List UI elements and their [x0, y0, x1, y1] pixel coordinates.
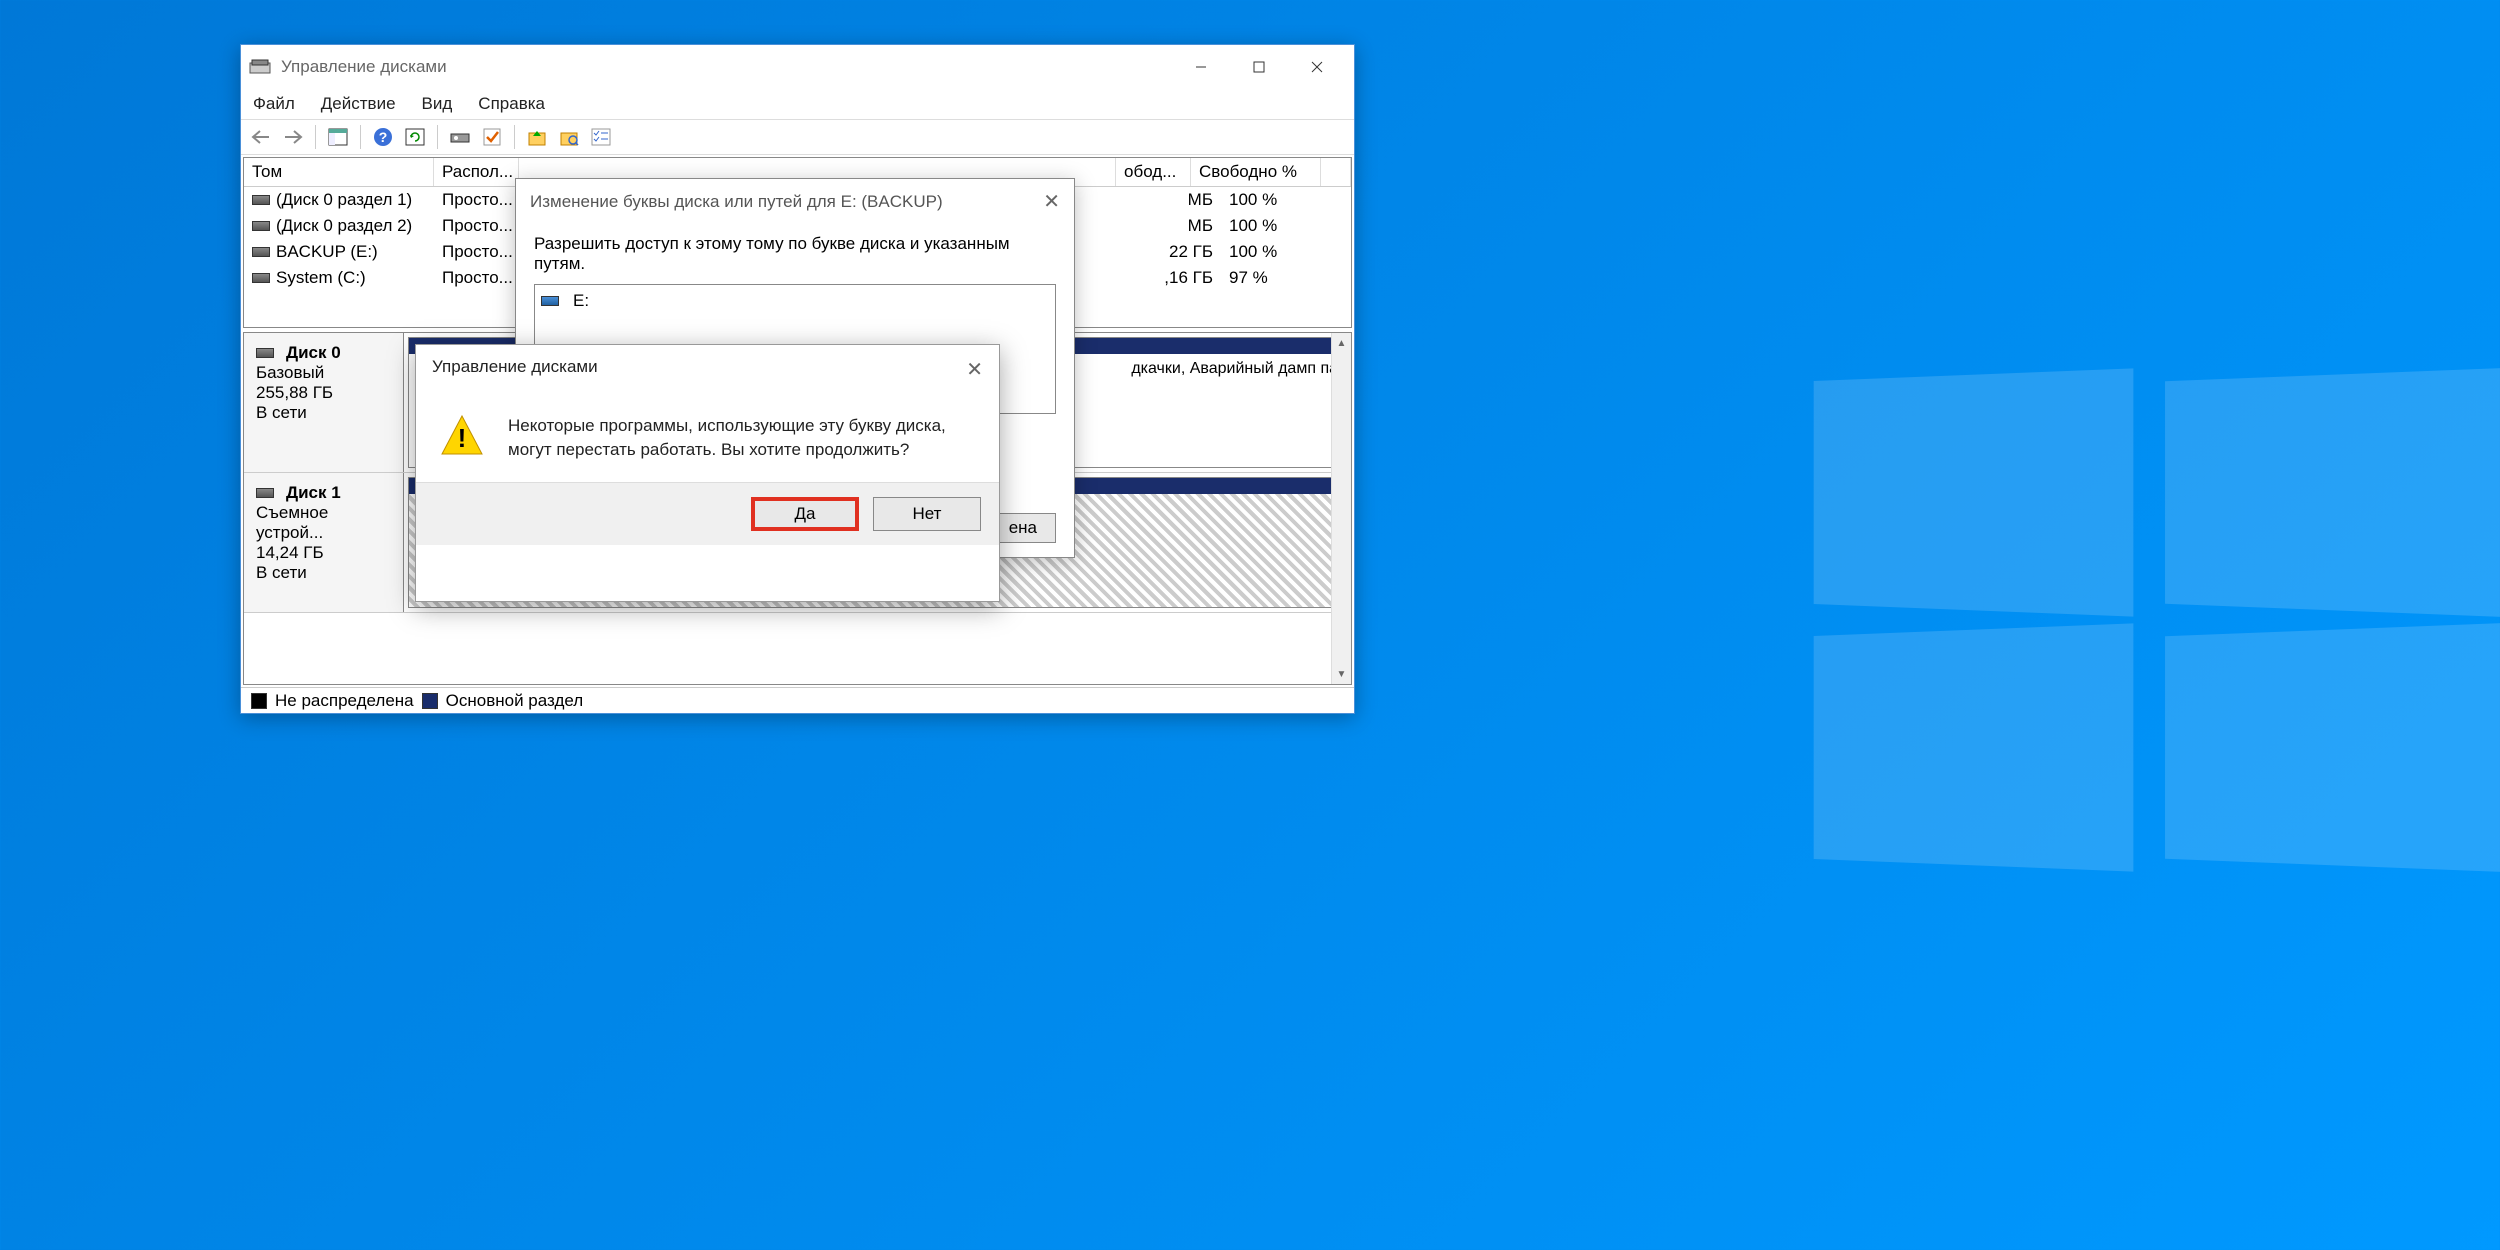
- disk-size: 14,24 ГБ: [256, 543, 391, 563]
- list-item[interactable]: E:: [541, 291, 1049, 311]
- dialog-title: Управление дисками: [432, 357, 598, 382]
- col-end[interactable]: [1321, 158, 1351, 186]
- refresh-icon[interactable]: [401, 123, 429, 151]
- svg-text:!: !: [458, 423, 467, 453]
- vol-free: МБ: [1146, 215, 1221, 237]
- toolbar: ?: [241, 119, 1354, 155]
- settings-icon[interactable]: [446, 123, 474, 151]
- col-free[interactable]: обод...: [1116, 158, 1191, 186]
- folder-search-icon[interactable]: [555, 123, 583, 151]
- vol-name: System (C:): [276, 268, 366, 288]
- legend-primary-swatch: [422, 693, 438, 709]
- warning-icon: !: [440, 414, 484, 458]
- check-icon[interactable]: [478, 123, 506, 151]
- no-button[interactable]: Нет: [873, 497, 981, 531]
- disk-size: 255,88 ГБ: [256, 383, 391, 403]
- vol-free: 22 ГБ: [1146, 241, 1221, 263]
- vol-pct: 97 %: [1221, 267, 1351, 289]
- vol-layout: Просто...: [434, 267, 519, 289]
- scroll-down-icon[interactable]: ▼: [1332, 664, 1351, 684]
- app-icon: [249, 59, 271, 75]
- minimize-button[interactable]: [1172, 47, 1230, 87]
- vol-layout: Просто...: [434, 241, 519, 263]
- vol-layout: Просто...: [434, 189, 519, 211]
- volume-icon: [252, 221, 270, 231]
- vol-name: BACKUP (E:): [276, 242, 378, 262]
- vol-name: (Диск 0 раздел 2): [276, 216, 412, 236]
- legend: Не распределена Основной раздел: [241, 687, 1354, 713]
- close-icon[interactable]: ✕: [966, 357, 983, 382]
- vol-pct: 100 %: [1221, 215, 1351, 237]
- list-check-icon[interactable]: [587, 123, 615, 151]
- menu-action[interactable]: Действие: [321, 94, 396, 114]
- forward-icon[interactable]: [279, 123, 307, 151]
- volume-icon: [252, 247, 270, 257]
- col-volume[interactable]: Том: [244, 158, 434, 186]
- scroll-up-icon[interactable]: ▲: [1332, 333, 1351, 353]
- help-icon[interactable]: ?: [369, 123, 397, 151]
- disk-status: В сети: [256, 563, 391, 583]
- vol-layout: Просто...: [434, 215, 519, 237]
- vertical-scrollbar[interactable]: ▲ ▼: [1331, 333, 1351, 684]
- windows-logo-bg: [1800, 375, 2500, 875]
- menubar: Файл Действие Вид Справка: [241, 89, 1354, 119]
- confirmation-dialog: Управление дисками ✕ ! Некоторые програм…: [415, 344, 1000, 602]
- volume-icon: [252, 195, 270, 205]
- disk-info[interactable]: Диск 0 Базовый 255,88 ГБ В сети: [244, 333, 404, 472]
- panel-icon[interactable]: [324, 123, 352, 151]
- vol-pct: 100 %: [1221, 189, 1351, 211]
- disk-status: В сети: [256, 403, 391, 423]
- vol-free: МБ: [1146, 189, 1221, 211]
- vol-pct: 100 %: [1221, 241, 1351, 263]
- col-layout[interactable]: Распол...: [434, 158, 519, 186]
- vol-name: (Диск 0 раздел 1): [276, 190, 412, 210]
- window-title: Управление дисками: [281, 57, 1172, 77]
- menu-view[interactable]: Вид: [422, 94, 453, 114]
- legend-unallocated-label: Не распределена: [275, 691, 414, 711]
- menu-file[interactable]: Файл: [253, 94, 295, 114]
- titlebar[interactable]: Управление дисками: [241, 45, 1354, 89]
- disk-title: Диск 1: [286, 483, 341, 503]
- dialog-titlebar[interactable]: Управление дисками ✕: [416, 345, 999, 394]
- vol-free: ,16 ГБ: [1146, 267, 1221, 289]
- path-label: E:: [573, 291, 589, 311]
- svg-text:?: ?: [379, 129, 388, 145]
- legend-unallocated-swatch: [251, 693, 267, 709]
- legend-primary-label: Основной раздел: [446, 691, 584, 711]
- disk-icon: [256, 488, 274, 498]
- dialog-title: Изменение буквы диска или путей для E: (…: [530, 192, 943, 212]
- disk-type: Базовый: [256, 363, 391, 383]
- dialog-titlebar[interactable]: Изменение буквы диска или путей для E: (…: [516, 179, 1074, 224]
- yes-button[interactable]: Да: [751, 497, 859, 531]
- dialog-footer: Да Нет: [416, 482, 999, 545]
- dialog-message: Некоторые программы, использующие эту бу…: [508, 414, 975, 462]
- col-free-pct[interactable]: Свободно %: [1191, 158, 1321, 186]
- disk-info[interactable]: Диск 1 Съемное устрой... 14,24 ГБ В сети: [244, 473, 404, 612]
- disk-icon: [256, 348, 274, 358]
- back-icon[interactable]: [247, 123, 275, 151]
- menu-help[interactable]: Справка: [478, 94, 545, 114]
- dialog-text: Разрешить доступ к этому тому по букве д…: [534, 234, 1056, 274]
- volume-icon: [252, 273, 270, 283]
- disk-title: Диск 0: [286, 343, 341, 363]
- maximize-button[interactable]: [1230, 47, 1288, 87]
- drive-icon: [541, 296, 559, 306]
- close-button[interactable]: [1288, 47, 1346, 87]
- folder-up-icon[interactable]: [523, 123, 551, 151]
- disk-type: Съемное устрой...: [256, 503, 391, 543]
- close-icon[interactable]: ✕: [1043, 189, 1060, 214]
